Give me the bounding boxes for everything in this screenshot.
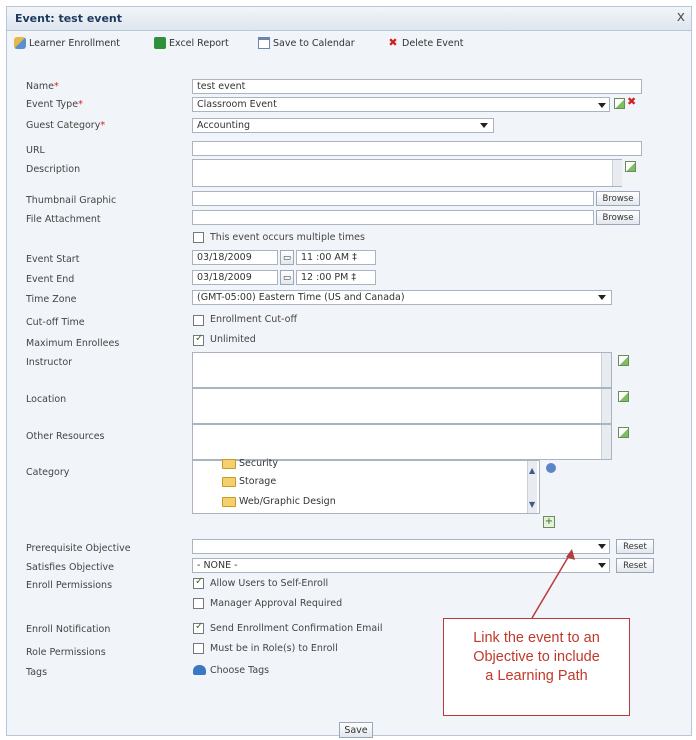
annotation-callout: Link the event to an Objective to includ…: [443, 618, 630, 716]
callout-line: a Learning Path: [485, 668, 588, 684]
save-button[interactable]: Save: [339, 722, 373, 738]
callout-line: Link the event to an: [473, 630, 600, 646]
callout-line: Objective to include: [473, 649, 600, 665]
